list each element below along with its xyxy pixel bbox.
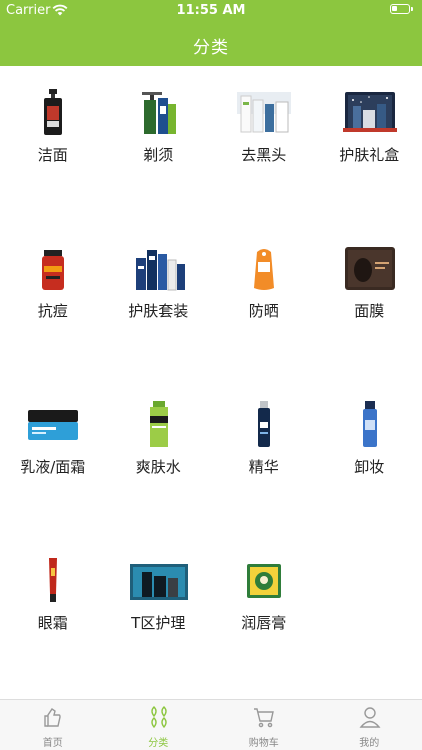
category-item[interactable]: 护肤礼盒 [317, 66, 422, 222]
cream-jar-icon [28, 410, 78, 440]
category-item[interactable]: 爽肤水 [106, 378, 212, 534]
category-item[interactable]: 洁面 [0, 66, 106, 222]
category-item[interactable]: 去黑头 [211, 66, 317, 222]
toner-bottle-icon [149, 401, 168, 447]
category-item[interactable]: 抗痘 [0, 222, 106, 378]
category-label: 爽肤水 [135, 458, 181, 476]
category-label: 洁面 [37, 146, 68, 164]
face-mask-icon [344, 247, 395, 290]
category-item[interactable]: 润唇膏 [211, 534, 317, 690]
category-item[interactable]: 护肤套装 [106, 222, 212, 378]
category-label: 护肤套装 [128, 302, 189, 320]
category-label: T区护理 [131, 614, 186, 632]
category-item[interactable]: 卸妆 [317, 378, 422, 534]
app-screen: Carrier 11:55 AM 分类 洁面 剃须 去黑头 护肤礼盒 抗痘 护肤… [0, 0, 422, 750]
gift-box-icon [342, 92, 397, 132]
category-item[interactable]: 乳液/面霜 [0, 378, 106, 534]
category-label: 抗痘 [37, 302, 68, 320]
razor-set-icon [141, 92, 176, 134]
tab-label: 分类 [148, 738, 169, 749]
category-icon [150, 706, 167, 728]
tab-bar: 首页 分类 购物车 我的 [0, 699, 422, 750]
category-label: 护肤礼盒 [339, 146, 400, 164]
tab-home[interactable]: 首页 [0, 700, 106, 750]
category-grid: 洁面 剃须 去黑头 护肤礼盒 抗痘 护肤套装 防晒 面膜 乳液/面霜 爽肤水 精… [0, 66, 422, 696]
tab-cart[interactable]: 购物车 [211, 700, 317, 750]
tab-label: 我的 [359, 738, 380, 749]
home-icon [44, 708, 61, 727]
battery-icon [390, 4, 413, 14]
remover-bottle-icon [362, 401, 377, 447]
tab-profile[interactable]: 我的 [317, 700, 422, 750]
category-label: 防晒 [248, 302, 279, 320]
t-zone-kit-icon [129, 564, 188, 600]
status-bar: Carrier 11:55 AM [0, 0, 422, 22]
tab-label: 首页 [42, 738, 63, 749]
category-item[interactable]: 眼霜 [0, 534, 106, 690]
category-label: 面膜 [354, 302, 385, 320]
eye-cream-tube-icon [49, 558, 57, 602]
serum-bottle-icon [258, 401, 270, 447]
header-bar: Carrier 11:55 AM 分类 [0, 0, 422, 66]
category-label: 剃须 [143, 146, 174, 164]
category-item[interactable]: 面膜 [317, 222, 422, 378]
category-label: 乳液/面霜 [20, 458, 86, 476]
category-item[interactable]: 防晒 [211, 222, 317, 378]
blackhead-kit-icon [237, 92, 291, 133]
acne-jar-icon [42, 250, 64, 290]
lip-balm-icon [247, 564, 281, 598]
cleanser-bottle-icon [44, 89, 62, 135]
category-label: 精华 [248, 458, 279, 476]
category-item[interactable]: 剃须 [106, 66, 212, 222]
category-item[interactable]: T区护理 [106, 534, 212, 690]
tab-label: 购物车 [248, 738, 279, 749]
category-item[interactable]: 精华 [211, 378, 317, 534]
cart-icon [254, 708, 274, 728]
skincare-set-icon [135, 250, 185, 291]
category-label: 眼霜 [37, 614, 68, 632]
tab-category[interactable]: 分类 [106, 700, 212, 750]
category-label: 润唇膏 [241, 614, 287, 632]
page-title: 分类 [193, 38, 229, 58]
category-label: 卸妆 [354, 458, 385, 476]
clock: 11:55 AM [176, 3, 246, 18]
sunscreen-icon [254, 249, 274, 290]
category-label: 去黑头 [241, 146, 287, 164]
profile-icon [359, 707, 380, 728]
